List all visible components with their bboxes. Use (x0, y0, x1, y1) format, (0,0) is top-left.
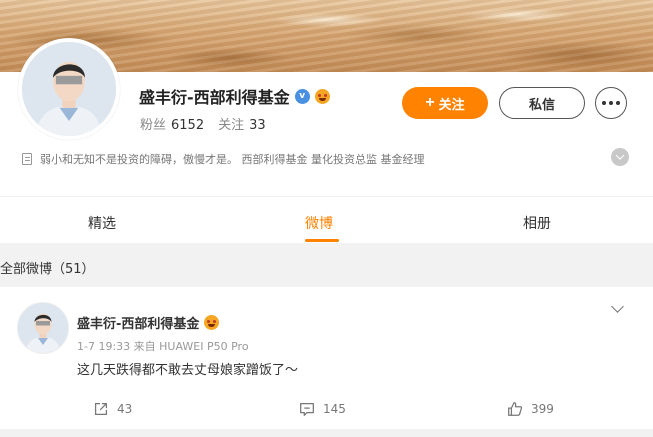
follow-button-label: 关注 (438, 96, 465, 112)
thumbs-up-icon (508, 402, 523, 416)
plus-icon: + (425, 94, 435, 111)
like-count: 399 (531, 402, 554, 416)
fans-count: 6152 (171, 118, 205, 133)
active-tab-indicator (305, 239, 339, 242)
bottom-divider (0, 429, 653, 437)
message-button[interactable]: 私信 (499, 87, 585, 119)
avatar[interactable] (18, 38, 120, 140)
following-count: 33 (249, 118, 266, 133)
document-icon (22, 153, 32, 165)
profile-stats: 粉丝 6152 关注 33 (140, 114, 266, 133)
post-author-row: 盛丰衍-西部利得基金 (77, 313, 220, 332)
tab-weibo[interactable]: 微博 (305, 213, 333, 233)
member-emoji-icon (204, 315, 220, 330)
expand-bio-chevron-icon[interactable] (611, 148, 629, 166)
post-avatar[interactable] (17, 302, 69, 354)
member-emoji-icon (314, 88, 330, 104)
section-header: 全部微博（51） (0, 243, 653, 287)
fans-stat[interactable]: 粉丝 6152 (140, 114, 204, 133)
avatar-portrait-icon (18, 303, 68, 353)
repost-count: 43 (117, 402, 133, 416)
comment-icon (300, 402, 314, 416)
tab-featured[interactable]: 精选 (88, 213, 116, 233)
post-menu-chevron-icon[interactable] (611, 300, 624, 313)
follow-button[interactable]: + 关注 (402, 87, 488, 119)
post-meta: 1-7 19:33 来自 HUAWEI P50 Pro (77, 340, 249, 353)
repost-icon (94, 402, 108, 416)
following-label: 关注 (218, 118, 245, 133)
fans-label: 粉丝 (140, 118, 167, 133)
following-stat[interactable]: 关注 33 (218, 114, 266, 133)
post-text: 这几天跌得都不敢去丈母娘家蹭饭了～ (77, 363, 299, 378)
like-button[interactable]: 399 (506, 400, 554, 418)
bio-text: 弱小和无知不是投资的障碍，傲慢才是。 西部利得基金 量化投资总监 基金经理 (40, 153, 425, 166)
post-author[interactable]: 盛丰衍-西部利得基金 (77, 313, 199, 332)
tab-album[interactable]: 相册 (523, 213, 551, 233)
message-button-label: 私信 (528, 96, 555, 112)
profile-name-row: 盛丰衍-西部利得基金 v (139, 84, 330, 108)
repost-button[interactable]: 43 (92, 400, 132, 418)
section-title: 全部微博（51） (0, 262, 95, 277)
profile-tabs: 精选 微博 相册 (0, 196, 653, 243)
profile-name[interactable]: 盛丰衍-西部利得基金 (139, 84, 290, 108)
comment-button[interactable]: 145 (298, 400, 346, 418)
comment-count: 145 (323, 402, 346, 416)
more-dots-icon (602, 101, 606, 105)
verified-v-icon: v (294, 88, 310, 104)
avatar-portrait-icon (22, 42, 116, 136)
more-options-button[interactable] (595, 87, 627, 119)
bio: 弱小和无知不是投资的障碍，傲慢才是。 西部利得基金 量化投资总监 基金经理 (22, 151, 425, 167)
